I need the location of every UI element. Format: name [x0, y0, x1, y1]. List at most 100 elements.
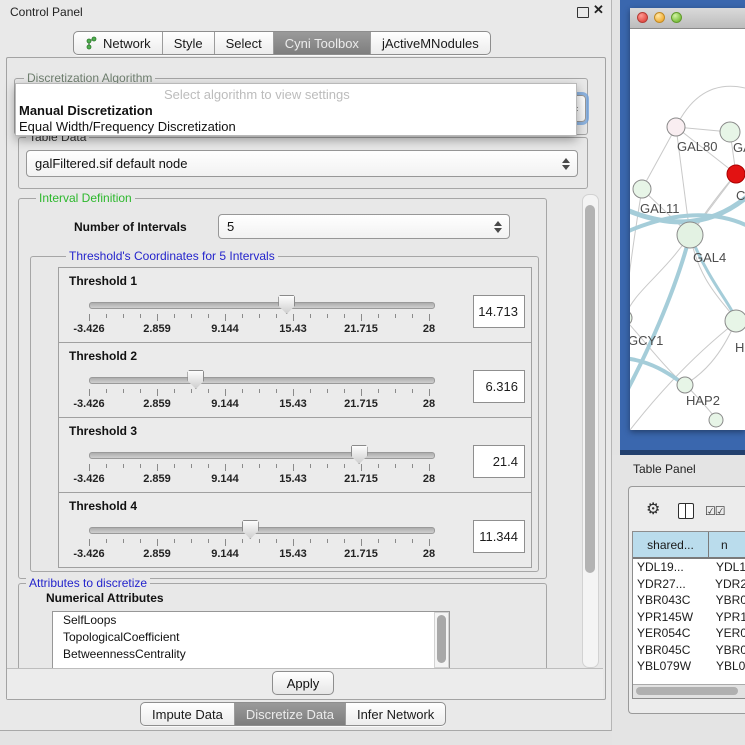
tick-label: 9.144 — [211, 323, 239, 335]
attributes-scrollbar-thumb[interactable] — [437, 615, 446, 663]
tick — [293, 464, 294, 471]
node-gal80[interactable] — [667, 118, 685, 136]
table-row[interactable]: YBR045CYBR0 — [633, 642, 745, 659]
column-header-shared-name[interactable]: shared... — [633, 532, 709, 557]
table-cell[interactable]: YPR1 — [716, 609, 745, 626]
threshold-slider-thumb[interactable] — [278, 295, 295, 314]
tab-style[interactable]: Style — [163, 32, 215, 54]
table-row[interactable]: YBL079WYBL0 — [633, 658, 745, 670]
table-row[interactable]: YER054CYER0 — [633, 625, 745, 642]
table-cell[interactable]: YDL19... — [633, 559, 716, 576]
table-cell[interactable]: YDR2 — [715, 576, 745, 593]
network-canvas[interactable]: GAL80 GA GAL11 C GAL4 GCY1 H HAP2 — [630, 28, 745, 430]
column-header-name[interactable]: n — [709, 532, 745, 557]
table-cell[interactable]: YBR0 — [716, 642, 745, 659]
tab-impute-data[interactable]: Impute Data — [141, 703, 235, 725]
num-intervals-spinner[interactable]: 5 — [218, 214, 510, 239]
tick — [242, 539, 243, 543]
node-red-selected[interactable] — [727, 165, 745, 183]
threshold-value-field[interactable]: 21.4 — [473, 445, 525, 478]
tick — [361, 539, 362, 546]
threshold-slider-thumb[interactable] — [351, 445, 368, 464]
table-cell[interactable]: YER0 — [716, 625, 745, 642]
threshold-slider-track[interactable] — [89, 527, 435, 534]
tab-select[interactable]: Select — [215, 32, 274, 54]
tick — [123, 539, 124, 543]
attributes-list[interactable]: SelfLoopsTopologicalCoefficientBetweenne… — [52, 611, 450, 669]
split-columns-icon[interactable] — [678, 503, 694, 519]
tab-discretize-data[interactable]: Discretize Data — [235, 703, 346, 725]
tick-label: 21.715 — [344, 548, 378, 560]
attribute-list-item[interactable]: BetweennessCentrality — [53, 646, 449, 663]
table-row[interactable]: YDL19...YDL1 — [633, 559, 745, 576]
close-traffic-light[interactable] — [637, 12, 648, 23]
attributes-list-scrollbar[interactable] — [434, 612, 449, 668]
network-window-titlebar[interactable] — [630, 8, 745, 29]
threshold-value-field[interactable]: 11.344 — [473, 520, 525, 553]
popup-item-equal-width[interactable]: Equal Width/Frequency Discretization — [19, 119, 236, 134]
tab-network[interactable]: Network — [74, 32, 163, 54]
apply-button[interactable]: Apply — [272, 671, 334, 695]
threshold-label: Threshold 2 — [69, 349, 137, 363]
table-cell[interactable]: YDR27... — [633, 576, 715, 593]
tick — [140, 314, 141, 318]
threshold-slider-thumb[interactable] — [187, 370, 204, 389]
popup-item-manual-discretization[interactable]: Manual Discretization — [19, 103, 153, 118]
tick — [276, 539, 277, 543]
table-cell[interactable]: YBR0 — [716, 592, 745, 609]
threshold-value-field[interactable]: 14.713 — [473, 295, 525, 328]
table-cell[interactable]: YPR145W — [633, 609, 716, 626]
threshold-slider-track[interactable] — [89, 377, 435, 384]
gear-icon[interactable]: ⚙ — [646, 502, 660, 518]
node-gcy1[interactable] — [630, 310, 632, 326]
table-row[interactable]: YBR043CYBR0 — [633, 592, 745, 609]
network-window: GAL80 GA GAL11 C GAL4 GCY1 H HAP2 — [630, 8, 745, 430]
tick — [293, 314, 294, 321]
table-cell[interactable]: YBR045C — [633, 642, 716, 659]
tick — [310, 314, 311, 318]
tab-cyni-toolbox[interactable]: Cyni Toolbox — [274, 32, 371, 54]
table-data-combobox[interactable]: galFiltered.sif default node — [26, 150, 578, 177]
threshold-slider-track[interactable] — [89, 452, 435, 459]
tick-label: 15.43 — [279, 473, 307, 485]
tick — [191, 389, 192, 393]
table-hscrollbar-thumb[interactable] — [636, 687, 738, 695]
threshold-slider-track[interactable] — [89, 302, 435, 309]
node-bottom-partial[interactable] — [709, 413, 723, 427]
table-cell[interactable]: YBL0 — [716, 658, 745, 670]
tab-jactivemnodules[interactable]: jActiveMNodules — [371, 32, 490, 54]
node-h-cut[interactable] — [725, 310, 745, 332]
close-icon[interactable]: ✕ — [593, 2, 604, 18]
node-table: shared... n YDL19...YDL1YDR27...YDR2YBR0… — [632, 531, 745, 699]
popup-hint[interactable]: Select algorithm to view settings — [164, 87, 350, 102]
settings-scrollbar-thumb[interactable] — [585, 205, 595, 573]
attribute-list-item[interactable]: TopologicalCoefficient — [53, 629, 449, 646]
tick-label: 28 — [423, 473, 435, 485]
tick — [208, 389, 209, 393]
table-cell[interactable]: YBL079W — [633, 658, 716, 670]
tick — [157, 539, 158, 546]
attribute-list-item[interactable]: SelfLoops — [53, 612, 449, 629]
tab-infer-network[interactable]: Infer Network — [346, 703, 445, 725]
table-header-row: shared... n — [633, 532, 745, 559]
table-row[interactable]: YDR27...YDR2 — [633, 576, 745, 593]
node-gal11[interactable] — [633, 180, 651, 198]
network-nodes[interactable] — [630, 118, 745, 427]
table-horizontal-scrollbar[interactable] — [633, 684, 745, 698]
table-cell[interactable]: YBR043C — [633, 592, 716, 609]
zoom-traffic-light[interactable] — [671, 12, 682, 23]
column-checkboxes-icon[interactable]: ☑☑ — [705, 504, 725, 518]
node-gal-cut[interactable] — [720, 122, 740, 142]
minimize-traffic-light[interactable] — [654, 12, 665, 23]
settings-scrollbar[interactable] — [582, 194, 599, 668]
threshold-value-field[interactable]: 6.316 — [473, 370, 525, 403]
node-gal4[interactable] — [677, 222, 703, 248]
table-row[interactable]: YPR145WYPR1 — [633, 609, 745, 626]
table-cell[interactable]: YER054C — [633, 625, 716, 642]
table-cell[interactable]: YDL1 — [716, 559, 745, 576]
tick — [310, 389, 311, 393]
threshold-slider-thumb[interactable] — [242, 520, 259, 539]
float-window-icon[interactable] — [577, 7, 589, 18]
node-hap2[interactable] — [677, 377, 693, 393]
tick — [89, 314, 90, 321]
